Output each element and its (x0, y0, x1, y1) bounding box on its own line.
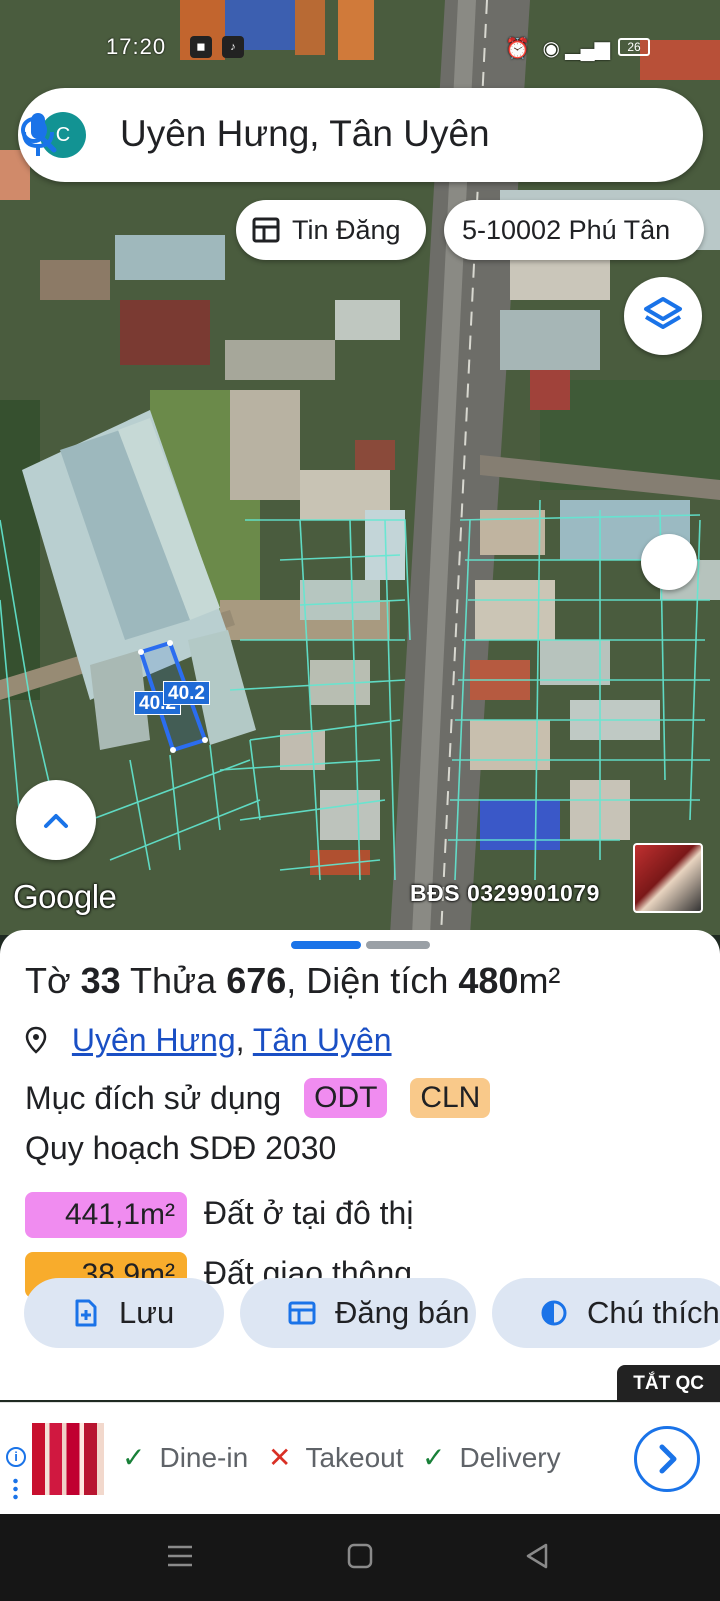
ad-thumbnail[interactable] (32, 1423, 104, 1495)
zone-area: 441,1m² (25, 1192, 187, 1238)
zoning-row: 441,1m² Đất ở tại đô thị (25, 1190, 414, 1238)
google-attribution: Google (13, 878, 117, 915)
check-icon: ✓ (422, 1442, 446, 1473)
layers-icon (644, 297, 682, 329)
area-label: , Diện tích (286, 960, 449, 1001)
search-bar[interactable]: C Uyên Hưng, Tân Uyên (18, 88, 703, 182)
ad-open-button[interactable] (634, 1426, 700, 1492)
back-icon[interactable] (524, 1542, 550, 1570)
parcel-label: Thửa (130, 960, 217, 1001)
add-document-icon (75, 1299, 97, 1327)
microphone-icon[interactable] (18, 110, 58, 160)
ad-service-item: ✓ Dine-in (122, 1441, 248, 1474)
sheet-handle[interactable] (366, 941, 430, 949)
zone-description: Đất ở tại đô thị (203, 1195, 414, 1231)
home-icon[interactable] (347, 1542, 373, 1570)
ad-options-icon[interactable] (13, 1477, 18, 1501)
sheet-handle-active[interactable] (291, 941, 361, 949)
ad-service-item: ✕ Takeout (268, 1441, 404, 1474)
listings-chip[interactable]: Tin Đăng (236, 200, 426, 260)
status-time: 17:20 (106, 34, 167, 59)
ad-banner[interactable]: i ✓ Dine-in ✕ Takeout ✓ Delivery (0, 1402, 720, 1514)
listings-chip-label: Tin Đăng (292, 215, 401, 245)
legend-button[interactable]: Chú thích (492, 1278, 720, 1348)
district-link[interactable]: Tân Uyên (253, 1022, 392, 1058)
parcel-location: Uyên Hưng, Tân Uyên (25, 1022, 392, 1059)
parcel-title: Tờ 33 Thửa 676, Diện tích 480m² (25, 960, 560, 1002)
parcel-chip[interactable]: 5-10002 Phú Tân (444, 200, 704, 260)
battery-icon: 26 (618, 38, 650, 56)
location-icon: ◉ (542, 38, 560, 60)
location-separator: , (235, 1022, 245, 1058)
sheet-label: Tờ (25, 960, 71, 1001)
post-for-sale-button[interactable]: Đăng bán (240, 1278, 476, 1348)
cross-icon: ✕ (268, 1442, 292, 1473)
purpose-label: Mục đích sử dụng (25, 1080, 282, 1116)
save-button[interactable]: Lưu (24, 1278, 224, 1348)
chevron-up-icon (44, 814, 68, 828)
land-use-tag: CLN (410, 1078, 491, 1118)
expand-sheet-button[interactable] (16, 780, 96, 860)
parcel-edge-length-label: 40.2 (163, 681, 210, 705)
ad-service-label: Delivery (459, 1442, 561, 1473)
search-query[interactable]: Uyên Hưng, Tân Uyên (120, 113, 490, 155)
land-use-purpose: Mục đích sử dụng ODT CLN (25, 1078, 491, 1118)
turn-off-ads-button[interactable]: TẮT QC (617, 1365, 720, 1403)
system-navigation-bar (0, 1514, 720, 1601)
ward-link[interactable]: Uyên Hưng (72, 1022, 236, 1058)
app-notification-icon: ◼ (190, 36, 212, 58)
layers-button[interactable] (624, 277, 702, 355)
land-use-tag: ODT (304, 1078, 388, 1118)
contrast-icon (541, 1300, 567, 1326)
post-for-sale-label: Đăng bán (335, 1295, 470, 1330)
check-icon: ✓ (122, 1442, 146, 1473)
tiktok-icon: ♪ (222, 36, 244, 58)
parcel-number: 676 (226, 960, 287, 1001)
area-value: 480 (458, 960, 519, 1001)
signal-icon: ▂▄▆ (565, 38, 610, 60)
ad-info-icon[interactable]: i (6, 1447, 26, 1467)
ad-service-item: ✓ Delivery (422, 1441, 561, 1474)
plan-heading: Quy hoạch SDĐ 2030 (25, 1130, 337, 1166)
alarm-icon: ⏰ (505, 38, 530, 60)
watermark-text: BĐS 0329901079 (410, 880, 600, 906)
recent-apps-icon[interactable] (166, 1542, 194, 1570)
status-bar: 17:20 ◼ ♪ ⏰ ◉ ▂▄▆ 26 (0, 30, 720, 66)
compass-button[interactable] (641, 534, 697, 590)
user-profile-photo[interactable] (633, 843, 703, 913)
save-button-label: Lưu (119, 1295, 175, 1330)
ad-service-label: Dine-in (159, 1442, 249, 1473)
chevron-right-icon (659, 1444, 677, 1474)
area-unit: m² (518, 960, 561, 1001)
ad-service-label: Takeout (305, 1442, 404, 1473)
sheet-number: 33 (80, 960, 121, 1001)
location-pin-icon (25, 1026, 47, 1054)
parcel-info-sheet: Tờ 33 Thửa 676, Diện tích 480m² Uyên Hưn… (0, 930, 720, 1400)
listing-table-icon (288, 1301, 316, 1325)
listing-table-icon (252, 217, 280, 243)
legend-button-label: Chú thích (587, 1295, 720, 1330)
satellite-map[interactable]: 40.2 40.2 17:20 ◼ ♪ ⏰ ◉ ▂▄▆ 26 C Uyên Hư… (0, 0, 720, 935)
